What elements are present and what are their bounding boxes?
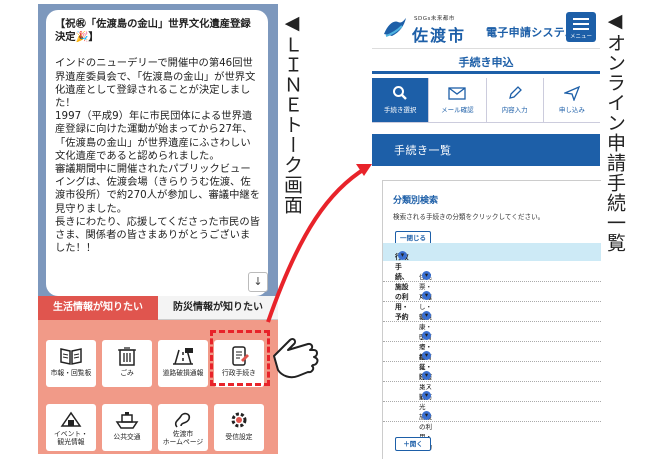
mail-icon [448, 87, 467, 100]
progress-steps: 手続き選択 メール確認 内容入力 申し込み [372, 78, 600, 122]
category-search-panel: 分類別検索 検索される手続きの分類をクリックしてください。 一閉じる 行政手続、… [382, 180, 601, 459]
step-label: 手続き選択 [383, 106, 417, 114]
pencil-icon [508, 86, 522, 99]
panel-title: 分類別検索 [393, 196, 439, 206]
category-item[interactable]: くらし・環境▾ [383, 281, 601, 321]
category-item[interactable]: 施設の利用・予約▾ [383, 401, 601, 451]
system-title: 電子申請システム [486, 26, 577, 39]
highlight-frame [210, 330, 270, 386]
chevron-down-icon: ▾ [422, 311, 431, 320]
chevron-down-icon: ▾ [422, 371, 431, 380]
chevron-down-icon: ▾ [422, 271, 431, 280]
category-heading[interactable]: 行政手続、施設の利用・予約▾ [383, 243, 601, 321]
step-mail-confirm[interactable]: メール確認 [429, 78, 487, 122]
category-item[interactable]: 観光▾ [383, 381, 601, 411]
sdgs-tagline: SDGs未来都市 [414, 16, 455, 22]
divider [372, 48, 600, 49]
category-item[interactable]: 子育て・教育▾ [383, 321, 601, 361]
step-label: メール確認 [441, 106, 474, 114]
online-list-label: ◀オンライン申請手続一覧 [604, 10, 626, 253]
line-screen-label: ◀ＬＩＮＥトーク画面 [281, 12, 303, 215]
hamburger-icon [573, 18, 589, 30]
city-name: 佐渡市 [412, 26, 467, 45]
open-button[interactable]: ＋開く [395, 437, 431, 451]
step-input-content[interactable]: 内容入力 [487, 78, 544, 122]
category-item[interactable]: 産業・ビジネス▾ [383, 341, 601, 391]
category-item[interactable]: 防災・消防▾ [383, 361, 601, 401]
online-application-page: SDGs未来都市 佐渡市 電子申請システム メニュー 手続き申込 手続き選択 メ… [372, 0, 601, 459]
site-header: SDGs未来都市 佐渡市 電子申請システム メニュー [372, 10, 600, 45]
category-item[interactable]: 健康・医療・福祉・介護▾ [383, 301, 601, 381]
chevron-down-icon: ▾ [422, 411, 431, 420]
step-select-procedure[interactable]: 手続き選択 [372, 78, 430, 122]
chevron-down-icon: ▾ [398, 251, 407, 260]
site-logo[interactable]: SDGs未来都市 佐渡市 電子申請システム [382, 14, 582, 45]
step-label: 申し込み [558, 106, 585, 114]
divider [372, 122, 600, 123]
step-apply[interactable]: 申し込み [544, 78, 600, 122]
chevron-down-icon: ▾ [422, 391, 431, 400]
page-title: 手続き申込 [458, 56, 514, 69]
divider [372, 71, 600, 74]
chevron-down-icon: ▾ [422, 331, 431, 340]
city-emblem-icon [384, 18, 406, 37]
chevron-down-icon: ▾ [422, 351, 431, 360]
section-title: 手続き一覧 [394, 144, 452, 157]
panel-description: 検索される手続きの分類をクリックしてください。 [393, 213, 545, 221]
search-icon [393, 86, 407, 100]
pointing-hand-icon [273, 337, 319, 379]
step-label: 内容入力 [501, 106, 528, 114]
menu-button-label: メニュー [569, 34, 592, 40]
procedure-list-header: 手続き一覧 [372, 134, 600, 166]
send-icon [563, 85, 580, 101]
menu-button[interactable]: メニュー [566, 12, 596, 42]
category-item[interactable]: 住民票・戸籍▾ [383, 261, 601, 301]
chevron-down-icon: ▾ [422, 291, 431, 300]
